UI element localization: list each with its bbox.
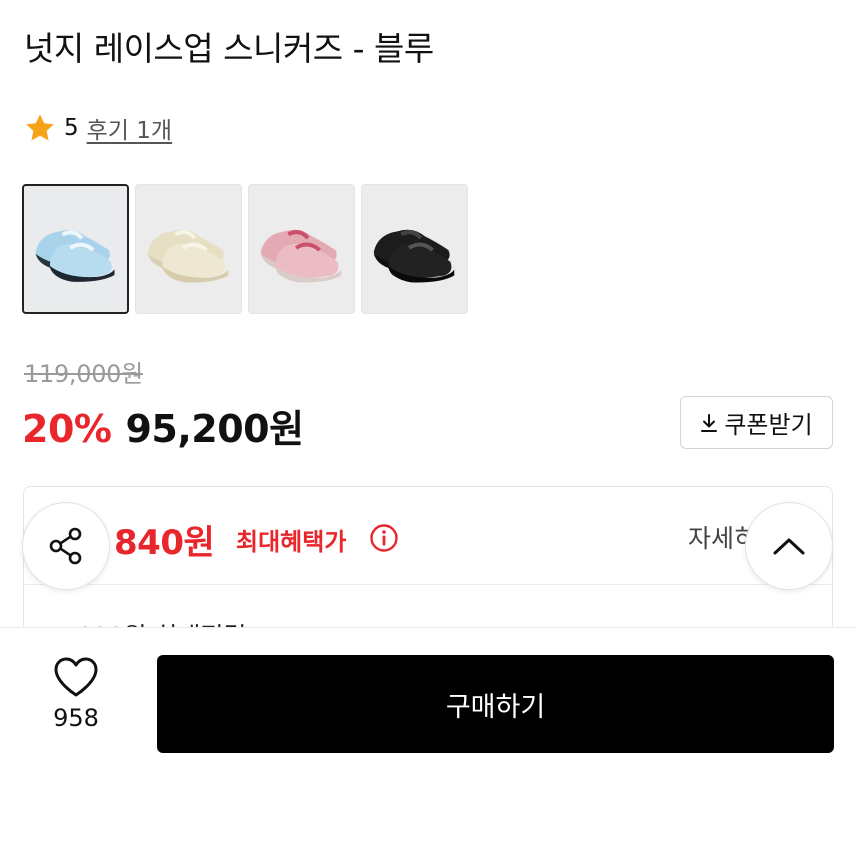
download-icon [700,413,718,433]
original-price: 119,000원 [24,360,143,388]
like-button[interactable]: 958 [40,656,112,732]
max-benefit-label: 최대혜택가 [236,528,347,556]
buy-button[interactable]: 구매하기 [157,655,834,753]
like-count: 958 [53,704,99,732]
review-count-link[interactable]: 후기 1개 [87,111,172,145]
rating-row: 5 후기 1개 [24,112,172,144]
sneaker-image-black [362,185,467,313]
download-coupon-button[interactable]: 쿠폰받기 [680,396,833,449]
bottom-action-bar: 958 구매하기 [0,627,856,856]
sale-price: 95,200원 [125,407,304,451]
thumbnail-blue[interactable] [22,184,129,314]
discount-rate: 20% [22,407,112,451]
share-icon [44,524,88,568]
info-icon[interactable] [369,523,399,557]
coupon-label: 쿠폰받기 [724,411,813,439]
scroll-top-button[interactable] [745,502,833,590]
share-button[interactable] [22,502,110,590]
thumbnail-cream[interactable] [135,184,242,314]
thumbnail-pink[interactable] [248,184,355,314]
price-row: 20% 95,200원 [22,398,304,453]
chevron-up-icon [771,535,807,557]
heart-icon [52,656,100,698]
max-benefit-row[interactable]: 840원 최대혜택가 자세히 [24,487,832,585]
star-icon [24,112,56,144]
sneaker-image-cream [136,185,241,313]
rating-score: 5 [64,115,79,141]
sneaker-image-pink [249,185,354,313]
sneaker-image-blue [24,186,127,312]
max-benefit-amount: 840원 [114,523,215,563]
thumbnail-black[interactable] [361,184,468,314]
color-thumbnails [22,184,468,314]
product-title: 넛지 레이스업 스니커즈 - 블루 [24,29,434,68]
